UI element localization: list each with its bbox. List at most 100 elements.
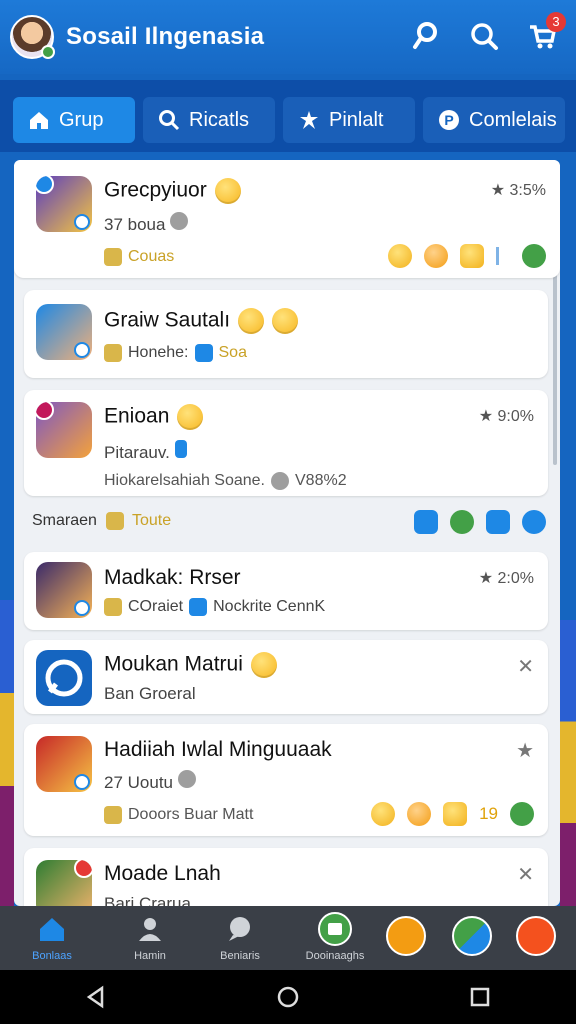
crown-icon <box>460 244 484 268</box>
badge-icon <box>74 214 90 230</box>
smile-icon <box>388 244 412 268</box>
item-rating: ★ 9:0% <box>478 408 534 425</box>
nav-hamin[interactable]: Hamin <box>110 912 190 962</box>
cloud-icon[interactable] <box>452 916 492 956</box>
chat-app-icon <box>36 650 92 706</box>
side-decoration <box>0 600 14 910</box>
tab-pinlalt[interactable]: Pinlalt <box>283 97 415 143</box>
item-subtitle: Ban Groeral <box>104 684 196 703</box>
item-subtitle: 27 Uoutu <box>104 770 196 793</box>
nav-dooinaaghs[interactable]: Dooinaaghs <box>295 912 375 962</box>
check-icon <box>194 344 213 362</box>
list-item[interactable]: Graiw Sautalı Honehe: Soa <box>24 290 548 378</box>
section-row: Smaraen Toute <box>14 500 560 546</box>
item-rating: ★ 2:0% <box>478 570 534 587</box>
item-title: Moade Lnah <box>104 862 221 885</box>
smile-icon <box>371 802 396 826</box>
list-panel: Grecpyiuor 37 boua Couas ★ 3:5% Graiw Sa… <box>14 160 560 906</box>
download-icon[interactable] <box>486 510 510 534</box>
avatar-icon <box>170 212 189 230</box>
game-thumbnail <box>36 304 92 360</box>
home-icon <box>27 108 51 132</box>
grid-icon <box>104 344 122 362</box>
side-decoration <box>560 620 576 910</box>
item-subtitle: Bari Crarua <box>104 894 191 906</box>
item-title: Enioan <box>104 404 204 430</box>
person-icon <box>133 912 167 946</box>
flower-icon <box>424 244 448 268</box>
chat-icon <box>223 912 257 946</box>
recents-icon[interactable] <box>468 985 492 1009</box>
avatar[interactable] <box>10 15 55 59</box>
leaf-icon[interactable] <box>450 510 474 534</box>
item-title: Madkak: Rrser <box>104 566 241 589</box>
star-icon <box>443 802 468 826</box>
list-item[interactable]: Enioan Pitarauv. Hiokarelsahiah Soane. V8… <box>24 390 548 496</box>
close-icon[interactable]: ✕ <box>517 862 534 887</box>
badge-icon <box>36 402 54 420</box>
bottom-nav: Bonlaas Hamin Beniaris Dooinaaghs <box>0 906 576 970</box>
close-icon[interactable]: ✕ <box>517 654 534 679</box>
tab-label: Grup <box>59 108 104 131</box>
home-icon <box>106 512 124 530</box>
tab-label: Ricatls <box>189 108 250 131</box>
tab-ricatls[interactable]: Ricatls <box>143 97 275 143</box>
item-meta: COraiet Nockrite CennK <box>104 598 325 616</box>
tag-icon <box>174 440 187 458</box>
list-item[interactable]: Grecpyiuor 37 boua Couas ★ 3:5% <box>14 160 560 278</box>
app-title: Sosail Ilngenasia <box>66 23 265 50</box>
badge-icon <box>74 860 92 878</box>
item-subtitle: Pitarauv. <box>104 440 187 463</box>
count-label: 19 <box>479 804 498 823</box>
home-icon <box>104 806 122 824</box>
home-button-icon[interactable] <box>276 985 300 1009</box>
list-item[interactable]: Madkak: Rrser COraiet Nockrite CennK ★ 2:… <box>24 552 548 630</box>
emoji-icon <box>250 652 277 678</box>
list-item[interactable]: Moukan Matrui Ban Groeral ✕ <box>24 640 548 714</box>
tab-label: Pinlalt <box>329 108 384 131</box>
mail-icon[interactable] <box>386 916 426 956</box>
item-title: Moukan Matrui <box>104 652 277 678</box>
back-icon[interactable] <box>84 985 108 1009</box>
star-icon[interactable]: ★ <box>516 738 534 763</box>
reaction-icons: 19 <box>371 802 534 826</box>
nav-bonlaas[interactable]: Bonlaas <box>12 912 92 962</box>
pin-icon[interactable] <box>410 20 442 52</box>
search-icon <box>157 108 181 132</box>
tab-grup[interactable]: Grup <box>13 97 135 143</box>
star-icon[interactable] <box>522 510 546 534</box>
item-title: Graiw Sautalı <box>104 308 299 334</box>
tab-label: Comlelais <box>469 108 557 131</box>
item-subtitle: 37 boua <box>104 212 189 235</box>
game-thumbnail <box>36 562 92 618</box>
emoji-icon <box>272 308 299 334</box>
game-thumbnail <box>36 402 92 458</box>
item-meta: Honehe: Soa <box>104 344 247 362</box>
item-meta: Hiokarelsahiah Soane. V88%2 <box>104 472 347 490</box>
item-meta: Couas <box>104 248 174 266</box>
item-meta: Dooors Buar Matt <box>104 806 253 824</box>
gear-icon <box>522 244 546 268</box>
item-title: Grecpyiuor <box>104 178 241 204</box>
flower-icon <box>407 802 432 826</box>
emoji-icon <box>238 308 265 334</box>
tab-comlelais[interactable]: P Comlelais <box>423 97 565 143</box>
nav-beniaris[interactable]: Beniaris <box>200 912 280 962</box>
reaction-icons <box>388 244 546 268</box>
cart-icon[interactable]: 3 <box>526 12 566 52</box>
item-title: Hadiiah Iwlal Minguuaak <box>104 738 332 761</box>
action-icons <box>414 510 546 534</box>
badge-icon <box>74 774 90 790</box>
search-icon[interactable] <box>468 20 500 52</box>
badge-icon <box>36 176 54 194</box>
check-icon <box>189 598 208 616</box>
game-thumbnail <box>36 860 92 906</box>
home-icon <box>35 912 69 946</box>
badge-icon <box>74 600 90 616</box>
list-item[interactable]: Moade Lnah Bari Crarua ✕ <box>24 848 548 906</box>
like-icon[interactable] <box>414 510 438 534</box>
games-icon[interactable] <box>516 916 556 956</box>
grid-icon <box>104 598 122 616</box>
item-rating: ★ 3:5% <box>490 182 546 199</box>
list-item[interactable]: Hadiiah Iwlal Minguuaak 27 Uoutu Dooors … <box>24 724 548 836</box>
